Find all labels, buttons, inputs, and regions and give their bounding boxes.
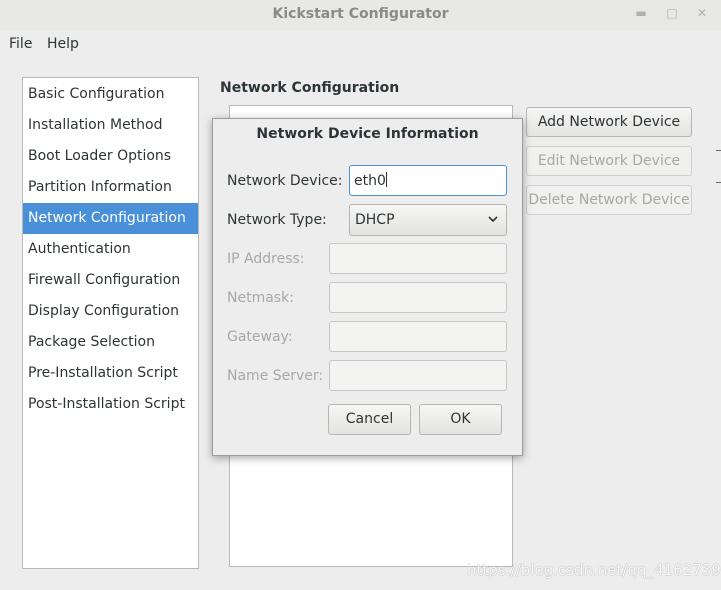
sidebar-item-package-selection[interactable]: Package Selection — [23, 327, 198, 358]
add-network-device-button[interactable]: Add Network Device — [526, 107, 692, 137]
menu-file[interactable]: File — [9, 36, 32, 52]
watermark: https://blog.csdn.net/qq_41627390 — [467, 561, 721, 579]
dialog-title: Network Device Information — [256, 126, 479, 142]
sidebar-item-partition-information[interactable]: Partition Information — [23, 172, 198, 203]
ip-address-label: IP Address: — [227, 251, 305, 267]
menu-help[interactable]: Help — [47, 36, 79, 52]
gateway-label: Gateway: — [227, 329, 293, 345]
sidebar-item-basic-configuration[interactable]: Basic Configuration — [23, 79, 198, 110]
window-title: Kickstart Configurator — [272, 6, 449, 22]
ok-button[interactable]: OK — [419, 404, 502, 435]
close-icon[interactable]: ✕ — [695, 6, 709, 20]
network-type-label: Network Type: — [227, 212, 327, 228]
network-device-dialog: Network Device Information Network Devic… — [212, 118, 523, 456]
menu-bar: File Help — [0, 30, 721, 58]
network-type-value: DHCP — [355, 212, 395, 228]
network-device-value: eth0 — [354, 172, 387, 189]
chevron-down-icon — [488, 216, 498, 223]
cancel-button[interactable]: Cancel — [328, 404, 411, 435]
text-caret — [385, 172, 387, 187]
sidebar: Basic Configuration Installation Method … — [22, 77, 199, 569]
minimize-icon[interactable]: ▬ — [634, 6, 648, 20]
sidebar-item-post-installation-script[interactable]: Post-Installation Script — [23, 389, 198, 420]
edge-divider — [716, 150, 721, 151]
sidebar-item-network-configuration[interactable]: Network Configuration — [23, 203, 198, 234]
sidebar-item-display-configuration[interactable]: Display Configuration — [23, 296, 198, 327]
ip-address-field[interactable] — [329, 243, 507, 274]
title-bar: Kickstart Configurator ▬ □ ✕ — [0, 0, 721, 30]
netmask-field[interactable] — [329, 282, 507, 313]
section-title: Network Configuration — [220, 80, 400, 96]
sidebar-item-pre-installation-script[interactable]: Pre-Installation Script — [23, 358, 198, 389]
edit-network-device-button[interactable]: Edit Network Device — [526, 146, 692, 176]
edge-divider — [716, 182, 721, 183]
sidebar-item-authentication[interactable]: Authentication — [23, 234, 198, 265]
name-server-label: Name Server: — [227, 368, 324, 384]
delete-network-device-button[interactable]: Delete Network Device — [526, 185, 692, 215]
network-device-field[interactable]: eth0 — [349, 165, 507, 196]
sidebar-item-firewall-configuration[interactable]: Firewall Configuration — [23, 265, 198, 296]
maximize-icon[interactable]: □ — [665, 6, 679, 20]
network-device-label: Network Device: — [227, 173, 343, 189]
sidebar-item-boot-loader-options[interactable]: Boot Loader Options — [23, 141, 198, 172]
netmask-label: Netmask: — [227, 290, 294, 306]
sidebar-item-installation-method[interactable]: Installation Method — [23, 110, 198, 141]
name-server-field[interactable] — [329, 360, 507, 391]
network-type-select[interactable]: DHCP — [349, 204, 507, 236]
gateway-field[interactable] — [329, 321, 507, 352]
